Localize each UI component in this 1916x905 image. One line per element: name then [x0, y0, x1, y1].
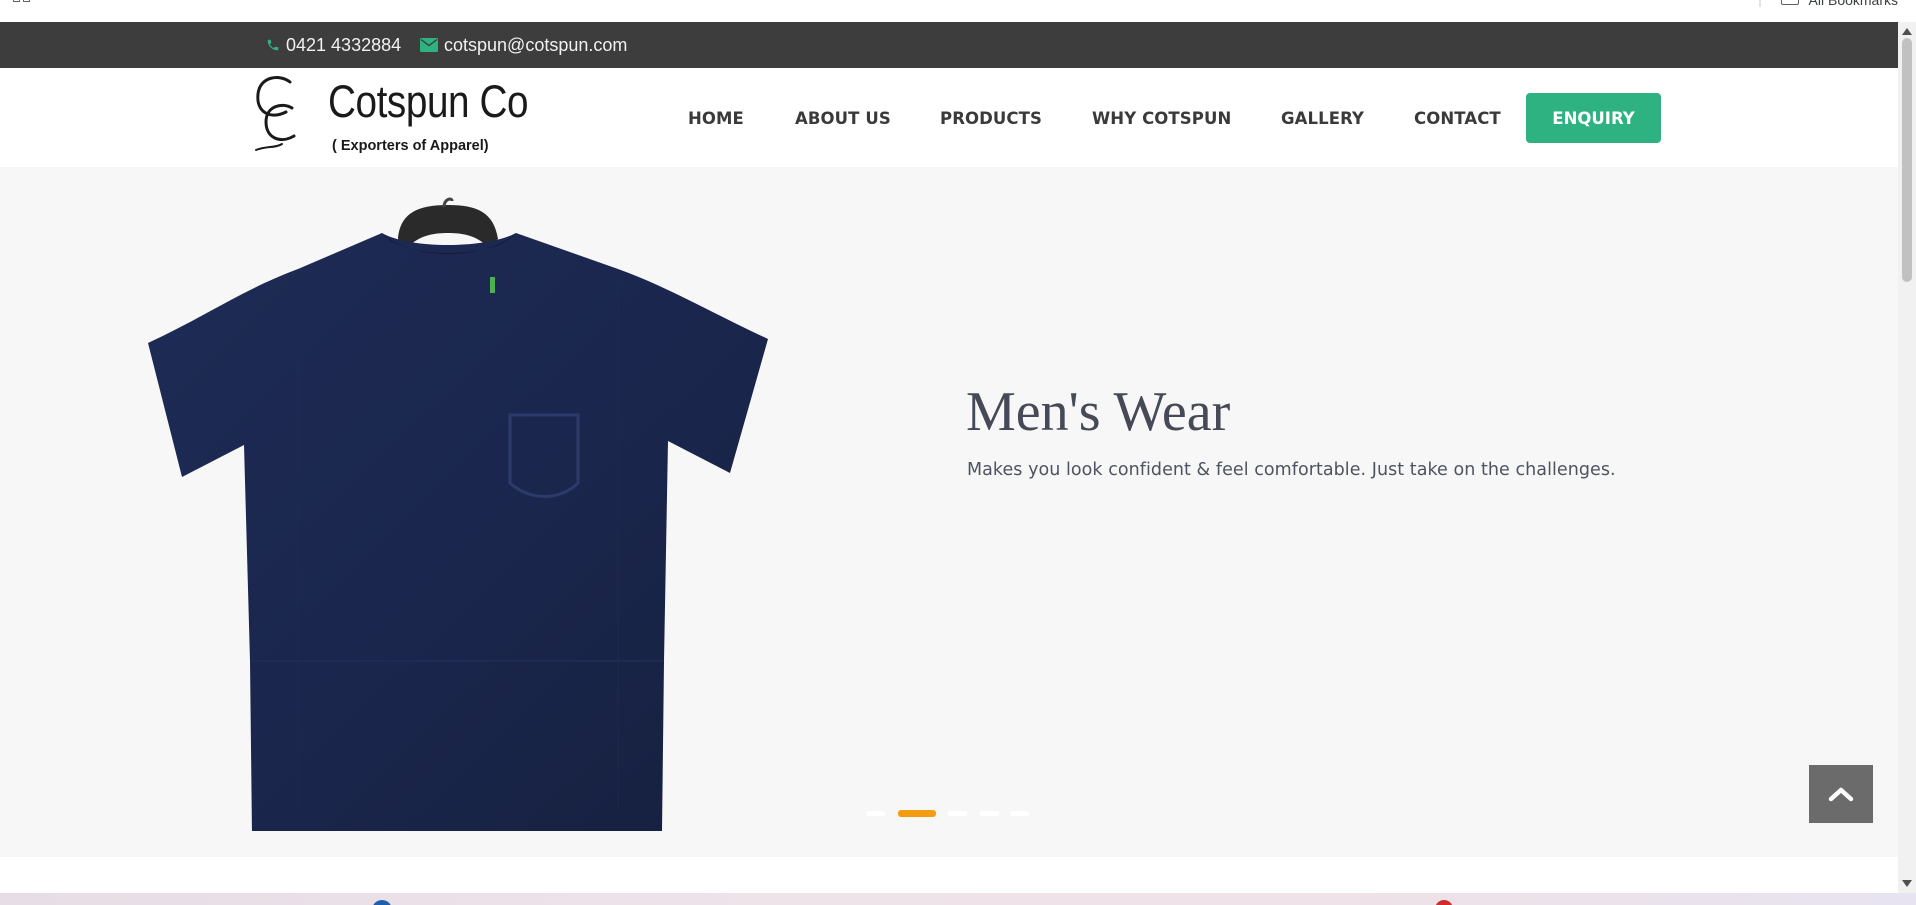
navy-tshirt-image: [148, 197, 768, 831]
nav-gallery[interactable]: GALLERY: [1281, 109, 1364, 128]
slider-dot-1[interactable]: [866, 811, 885, 816]
nav-why-cotspun[interactable]: WHY COTSPUN: [1092, 109, 1231, 128]
slider-dot-5[interactable]: [1010, 811, 1029, 816]
scroll-down-arrow-icon[interactable]: [1902, 880, 1912, 887]
slide-title: Men's Wear: [966, 381, 1231, 443]
slider-dot-3[interactable]: [948, 811, 967, 816]
page-content-below: [0, 857, 1898, 893]
scroll-to-top-button[interactable]: [1809, 765, 1873, 823]
scrollbar-thumb[interactable]: [1902, 38, 1912, 282]
phone-icon: [267, 39, 279, 51]
taskbar-app-icon[interactable]: [372, 900, 392, 905]
contact-topbar: 0421 4332884 cotspun@cotspun.com: [0, 22, 1898, 68]
phone-contact[interactable]: 0421 4332884: [266, 22, 401, 68]
phone-number: 0421 4332884: [286, 34, 402, 55]
nav-home[interactable]: HOME: [688, 109, 744, 128]
chevron-up-icon: [1828, 787, 1854, 802]
browser-bookmarks-bar: All Bookmarks: [0, 0, 1916, 22]
page: All Bookmarks 0421 4332884 cotspun@cotsp…: [0, 0, 1916, 905]
os-taskbar: [0, 893, 1916, 905]
email-contact[interactable]: cotspun@cotspun.com: [420, 22, 627, 68]
enquiry-button[interactable]: ENQUIRY: [1526, 93, 1661, 143]
logo-name: Cotspun Co: [328, 76, 529, 127]
all-bookmarks-button[interactable]: All Bookmarks: [1758, 0, 1898, 8]
slide-subtitle: Makes you look confident & feel comforta…: [967, 460, 1616, 480]
slider-dot-4[interactable]: [980, 811, 999, 816]
logo-mark-icon: [255, 76, 296, 151]
main-navbar: Cotspun Co ( Exporters of Apparel) HOME …: [0, 68, 1898, 167]
all-bookmarks-label: All Bookmarks: [1808, 0, 1898, 8]
scroll-up-arrow-icon[interactable]: [1902, 28, 1912, 35]
apps-grid-icon[interactable]: [13, 0, 31, 6]
slider-dot-2[interactable]: [898, 810, 936, 817]
taskbar-app-icon[interactable]: [1435, 900, 1453, 905]
envelope-icon: [420, 38, 438, 52]
email-address: cotspun@cotspun.com: [444, 34, 628, 55]
nav-contact[interactable]: CONTACT: [1414, 109, 1501, 128]
folder-icon: [1780, 0, 1799, 5]
nav-products[interactable]: PRODUCTS: [940, 109, 1042, 128]
nav-about-us[interactable]: ABOUT US: [795, 109, 891, 128]
divider: [1758, 0, 1761, 7]
page-scrollbar[interactable]: [1898, 22, 1916, 893]
logo-tagline: ( Exporters of Apparel): [332, 138, 489, 154]
hero-slider: Men's Wear Makes you look confident & fe…: [0, 167, 1898, 857]
site-logo[interactable]: Cotspun Co ( Exporters of Apparel): [252, 72, 529, 162]
